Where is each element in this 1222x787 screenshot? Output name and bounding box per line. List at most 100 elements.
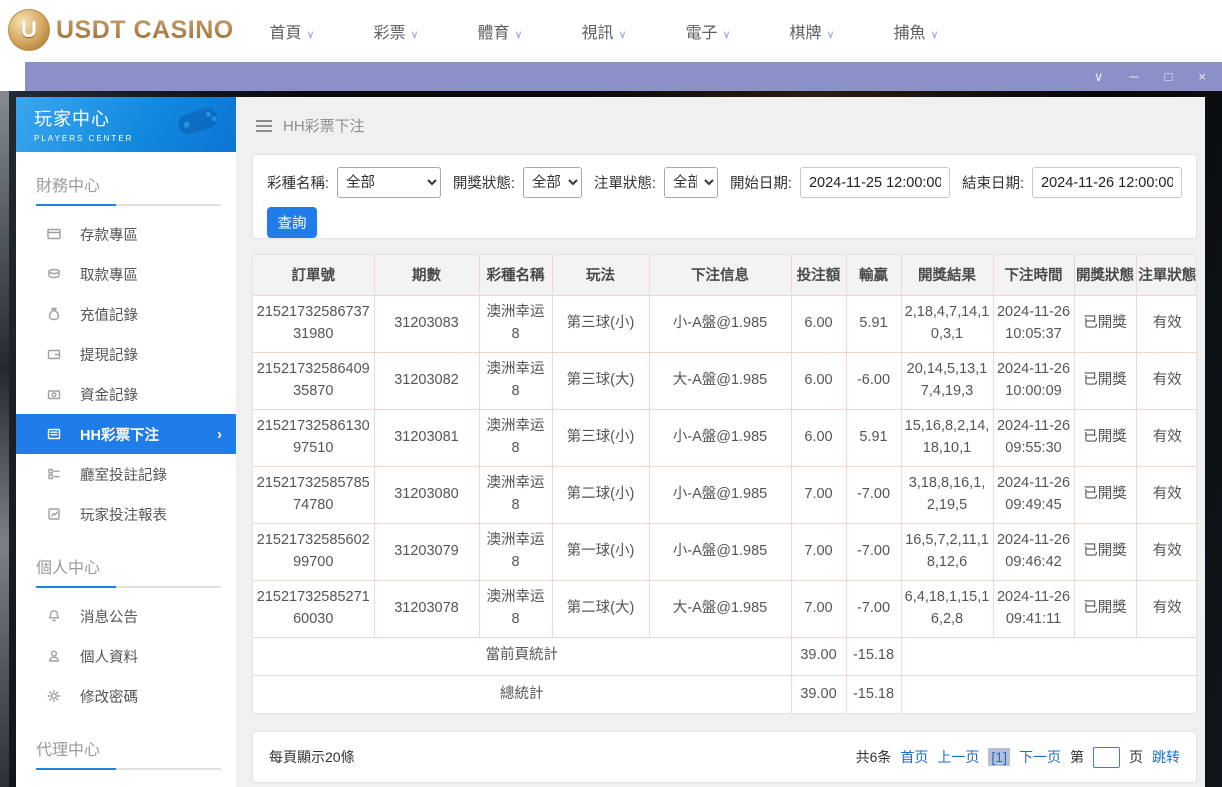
table-cell: 2024-11-26 09:41:11 bbox=[993, 580, 1074, 637]
table-cell: 2152173258640935870 bbox=[253, 352, 374, 409]
player-bet-report-icon bbox=[46, 506, 62, 522]
table-cell: 有效 bbox=[1136, 580, 1197, 637]
sidebar-item-lottery-bet[interactable]: HH彩票下注› bbox=[16, 414, 236, 454]
brand-logo[interactable]: U USDT CASINO bbox=[8, 9, 234, 51]
nav-item-5[interactable]: 電子 ∨ bbox=[656, 19, 760, 43]
draw-status-select[interactable]: 全部 bbox=[523, 167, 582, 198]
table-cell: 2152173258613097510 bbox=[253, 409, 374, 466]
table-cell: 5.91 bbox=[846, 409, 901, 466]
sidebar-item-agent-rules-doc[interactable]: 代理規則說明 bbox=[16, 778, 236, 787]
table-cell: 2152173258673731980 bbox=[253, 295, 374, 352]
minimize-button[interactable]: ─ bbox=[1129, 70, 1138, 83]
logo-coin-icon: U bbox=[8, 9, 50, 51]
bets-table-card: 訂單號期數彩種名稱玩法下注信息投注額輸贏開獎結果下注時間開獎狀態注單狀態2152… bbox=[252, 254, 1197, 714]
first-page-link[interactable]: 首页 bbox=[900, 747, 928, 767]
column-header: 下注時間 bbox=[993, 255, 1074, 295]
nav-item-4[interactable]: 視訊∨ bbox=[552, 19, 656, 43]
table-row: 215217325867373198031203083澳洲幸运8第三球(小)小-… bbox=[253, 295, 1197, 352]
sidebar-item-deposit[interactable]: 存款專區 bbox=[16, 214, 236, 254]
hamburger-menu-icon[interactable] bbox=[256, 120, 272, 132]
jump-action-link[interactable]: 跳转 bbox=[1152, 747, 1180, 767]
nav-item-6[interactable]: 棋牌 ∨ bbox=[760, 19, 864, 43]
next-page-link[interactable]: 下一页 bbox=[1019, 747, 1061, 767]
sidebar-item-label: 存款專區 bbox=[80, 224, 138, 245]
table-cell: 31203082 bbox=[374, 352, 479, 409]
nav-item-2[interactable]: 彩票∨ bbox=[344, 19, 448, 43]
players-center-panel: 玩家中心 PLAYERS CENTER 財務中心存款專區取款專區充值記錄提現記錄… bbox=[16, 97, 1205, 787]
sidebar-item-recharge-record[interactable]: 充值記錄 bbox=[16, 294, 236, 334]
chevron-right-icon: › bbox=[217, 426, 222, 443]
table-cell: 20,14,5,13,17,4,19,3 bbox=[901, 352, 993, 409]
column-header: 開獎狀態 bbox=[1074, 255, 1136, 295]
lottery-name-select[interactable]: 全部 bbox=[337, 167, 441, 198]
table-cell: 2024-11-26 09:55:30 bbox=[993, 409, 1074, 466]
table-cell: 第二球(大) bbox=[552, 580, 649, 637]
table-cell: 有效 bbox=[1136, 409, 1197, 466]
order-status-select[interactable]: 全部 bbox=[664, 167, 718, 198]
chevron-down-icon: ∨ bbox=[722, 29, 730, 41]
page-size-text: 每頁顯示20條 bbox=[269, 747, 355, 767]
column-header: 期數 bbox=[374, 255, 479, 295]
table-cell: 31203078 bbox=[374, 580, 479, 637]
logo-text: USDT CASINO bbox=[56, 16, 234, 45]
table-cell: 第二球(小) bbox=[552, 466, 649, 523]
table-cell: 第三球(大) bbox=[552, 352, 649, 409]
end-date-input[interactable] bbox=[1032, 167, 1182, 198]
column-header: 玩法 bbox=[552, 255, 649, 295]
total-count-text: 共6条 bbox=[856, 747, 892, 767]
sidebar-item-password-gear[interactable]: 修改密碼 bbox=[16, 676, 236, 716]
withdraw-icon bbox=[46, 266, 62, 282]
sidebar-item-withdraw[interactable]: 取款專區 bbox=[16, 254, 236, 294]
page-title: HH彩票下注 bbox=[283, 115, 365, 136]
column-header: 下注信息 bbox=[649, 255, 791, 295]
sidebar-item-notice-bell[interactable]: 消息公告 bbox=[16, 596, 236, 636]
table-header-row: 訂單號期數彩種名稱玩法下注信息投注額輸贏開獎結果下注時間開獎狀態注單狀態 bbox=[253, 255, 1197, 295]
table-cell: 6.00 bbox=[791, 352, 846, 409]
draw-status-label: 開獎狀態: bbox=[453, 172, 515, 193]
table-row: 215217325852716003031203078澳洲幸运8第二球(大)大-… bbox=[253, 580, 1197, 637]
table-cell: 31203081 bbox=[374, 409, 479, 466]
table-cell: 澳洲幸运8 bbox=[479, 352, 552, 409]
prev-page-link[interactable]: 上一页 bbox=[937, 747, 979, 767]
query-button[interactable]: 查詢 bbox=[267, 207, 317, 238]
chevron-down-icon: ∨ bbox=[514, 29, 522, 41]
sidebar-item-player-bet-report[interactable]: 玩家投注報表 bbox=[16, 494, 236, 534]
summary-win-loss-total: -15.18 bbox=[846, 637, 901, 675]
sidebar-section-underline bbox=[36, 204, 221, 206]
sidebar-item-withdrawal-record[interactable]: 提現記錄 bbox=[16, 334, 236, 374]
table-cell: 2152173258560299700 bbox=[253, 523, 374, 580]
table-cell: 小-A盤@1.985 bbox=[649, 409, 791, 466]
table-row: 215217325864093587031203082澳洲幸运8第三球(大)大-… bbox=[253, 352, 1197, 409]
roll-up-button[interactable]: ∨ bbox=[1094, 70, 1104, 83]
nav-item-1[interactable]: 首頁∨ bbox=[240, 19, 344, 43]
table-cell: -7.00 bbox=[846, 466, 901, 523]
close-button[interactable]: × bbox=[1198, 70, 1206, 83]
lottery-name-label: 彩種名稱: bbox=[267, 172, 329, 193]
nav-item-3[interactable]: 體育∨ bbox=[448, 19, 552, 43]
nav-item-label: 電子 bbox=[685, 25, 717, 42]
table-cell: 31203083 bbox=[374, 295, 479, 352]
recharge-record-icon bbox=[46, 306, 62, 322]
sidebar-item-funds-record[interactable]: 資金記錄 bbox=[16, 374, 236, 414]
maximize-button[interactable]: □ bbox=[1165, 70, 1173, 83]
page-jump-input[interactable] bbox=[1093, 747, 1120, 768]
summary-win-loss-total: -15.18 bbox=[846, 675, 901, 713]
chevron-down-icon: ∨ bbox=[618, 29, 626, 41]
chevron-down-icon: ∨ bbox=[826, 29, 834, 41]
room-bet-record-icon bbox=[46, 466, 62, 482]
sidebar-item-room-bet-record[interactable]: 廳室投註記錄 bbox=[16, 454, 236, 494]
start-date-input[interactable] bbox=[800, 167, 950, 198]
jump-suffix-text: 页 bbox=[1129, 747, 1143, 767]
table-cell: 第一球(小) bbox=[552, 523, 649, 580]
sidebar-item-label: 提現記錄 bbox=[80, 344, 138, 365]
table-cell: 小-A盤@1.985 bbox=[649, 523, 791, 580]
column-header: 彩種名稱 bbox=[479, 255, 552, 295]
sidebar-item-profile-person[interactable]: 個人資料 bbox=[16, 636, 236, 676]
nav-item-label: 棋牌 bbox=[789, 25, 821, 42]
sidebar-item-label: 修改密碼 bbox=[80, 686, 138, 707]
table-cell: -6.00 bbox=[846, 352, 901, 409]
pagination-bar: 每頁顯示20條 共6条 首页 上一页 [1] 下一页 第 页 跳转 bbox=[252, 731, 1197, 783]
table-cell: 有效 bbox=[1136, 295, 1197, 352]
table-cell: 3,18,8,16,1,2,19,5 bbox=[901, 466, 993, 523]
nav-item-7[interactable]: 捕魚∨ bbox=[864, 19, 968, 43]
